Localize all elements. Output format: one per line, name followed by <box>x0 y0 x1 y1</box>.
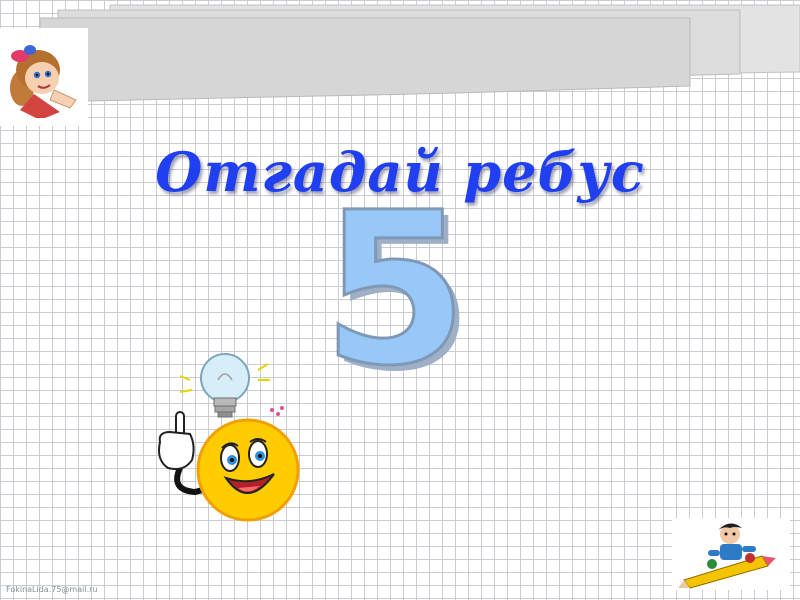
rebus-number: 5 <box>320 167 469 412</box>
boy-on-pencil-icon <box>672 518 790 590</box>
pointing-hand-icon <box>158 411 195 470</box>
girl-cartoon-icon <box>0 28 88 126</box>
light-bulb-icon <box>179 353 270 418</box>
paper-sheets-decoration <box>39 4 800 103</box>
author-watermark: FokinaLida.75@mail.ru <box>6 585 98 594</box>
smiley-face-icon <box>158 353 300 522</box>
